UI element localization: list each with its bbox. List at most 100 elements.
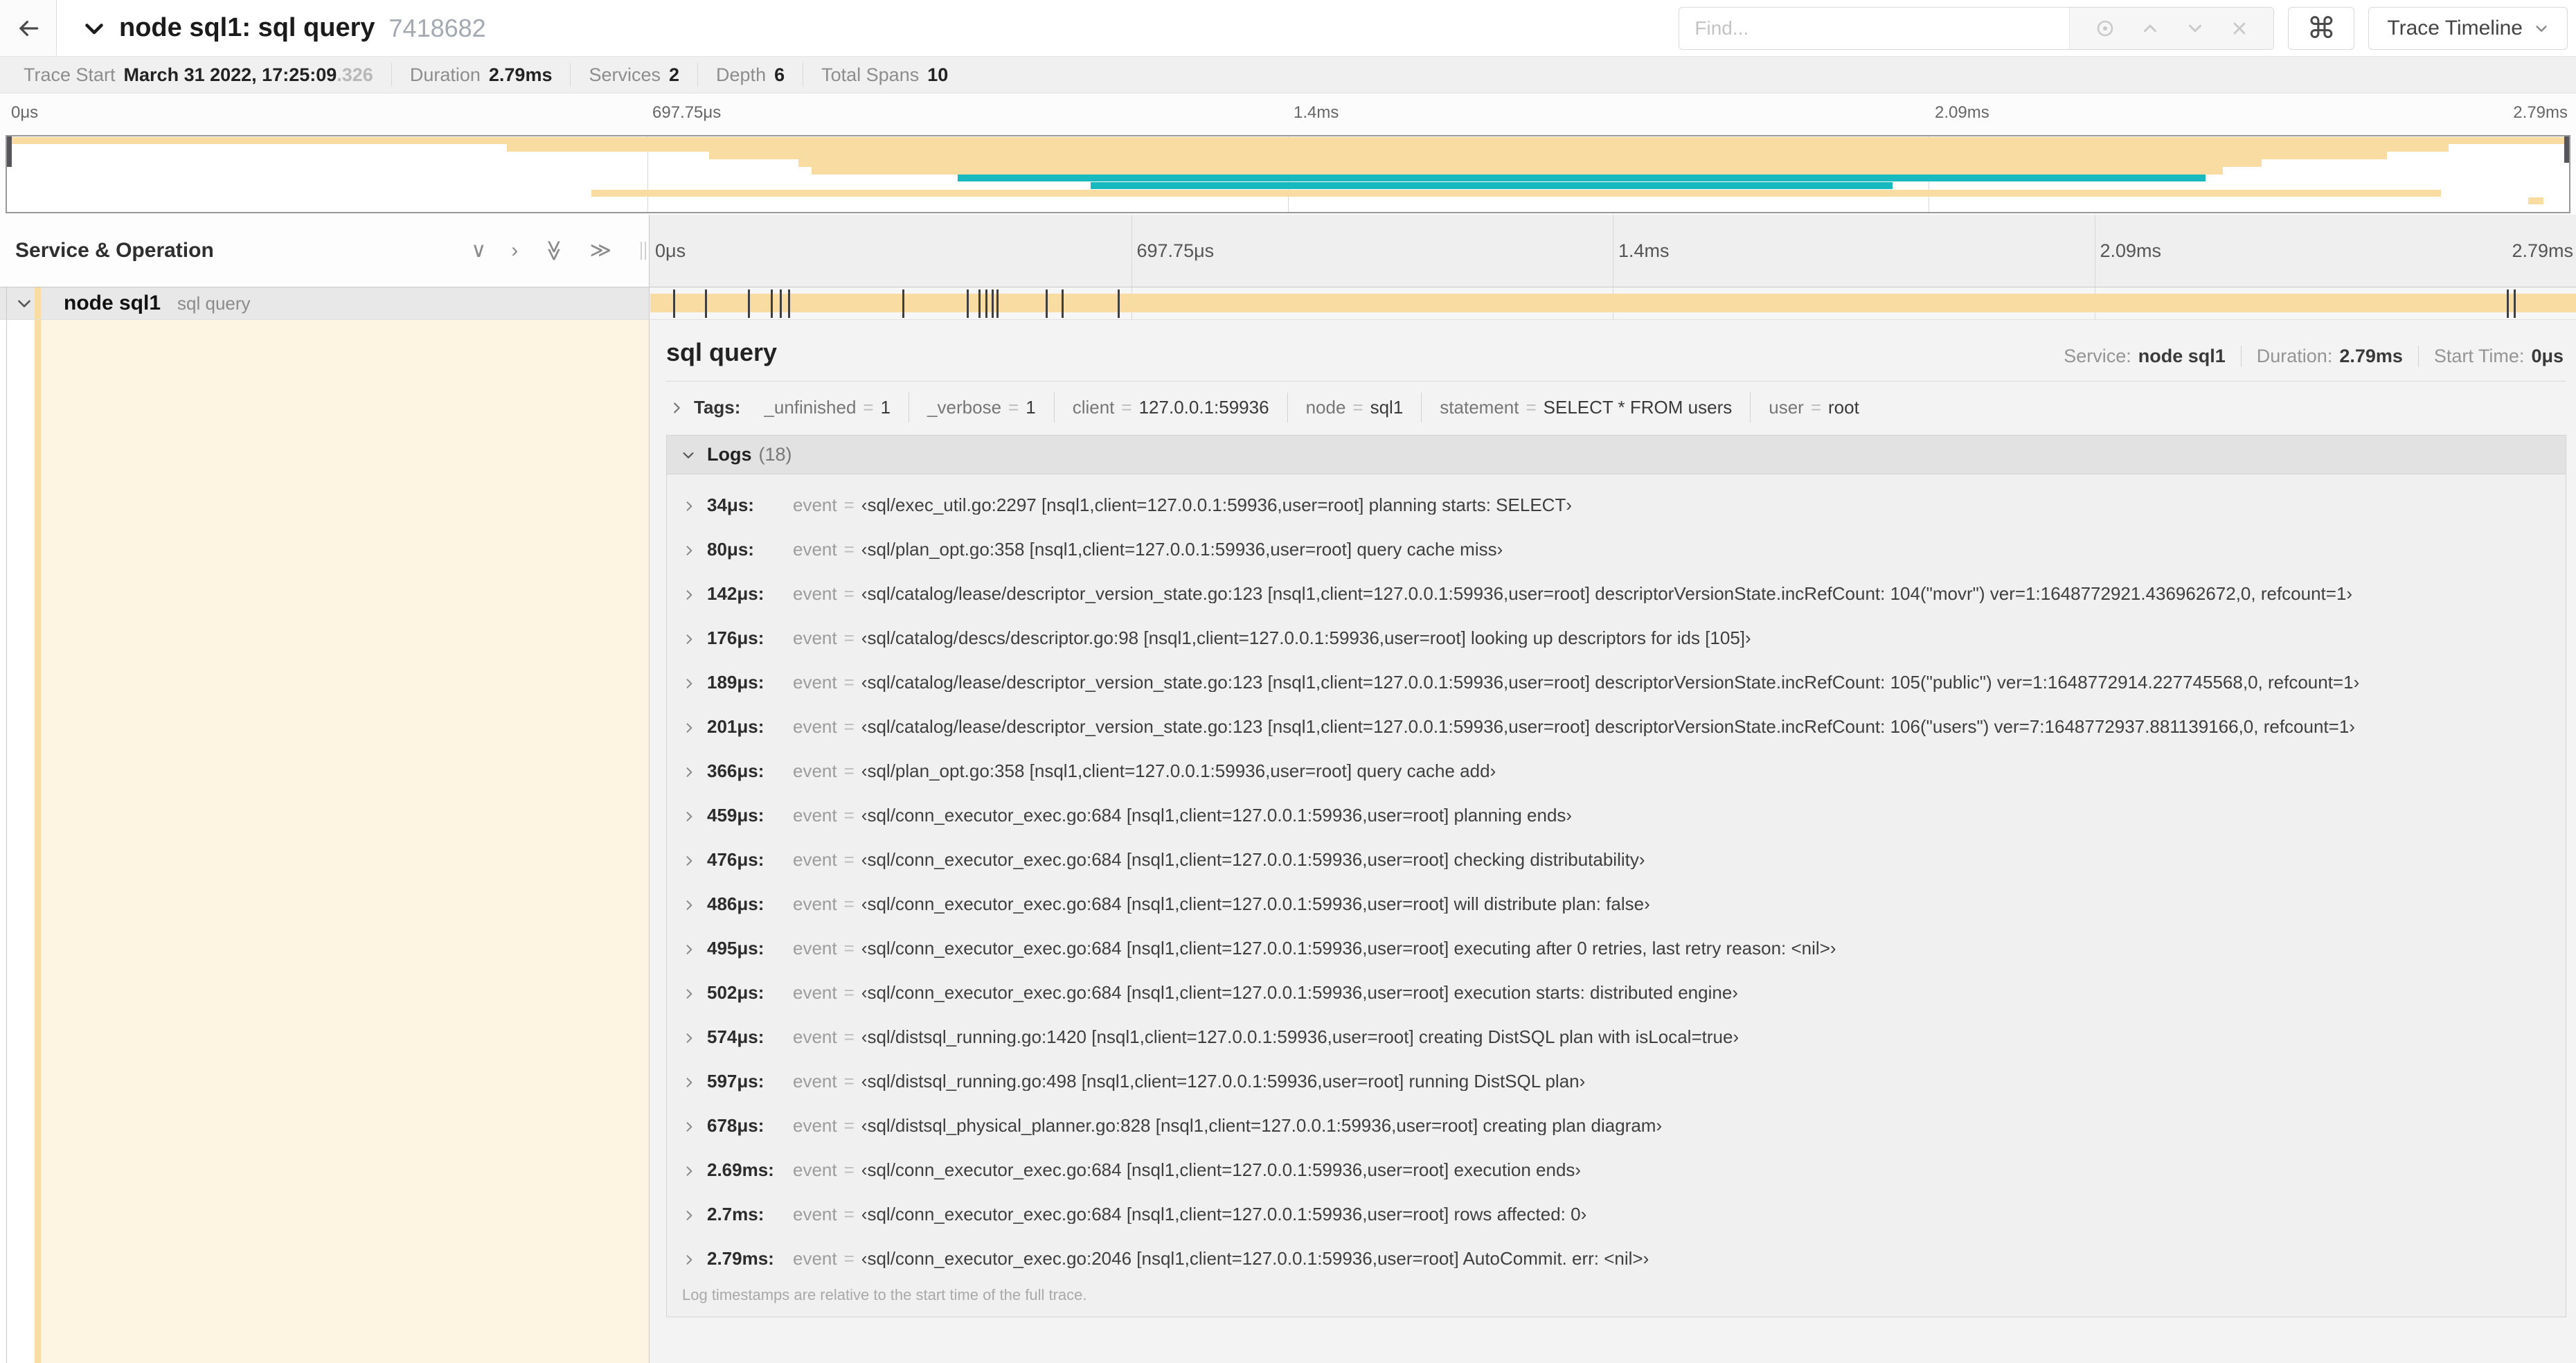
log-marker (788, 289, 791, 318)
chevron-right-icon[interactable] (682, 632, 696, 646)
log-entry[interactable]: 142μs: event = ‹sql/catalog/lease/descripto… (667, 571, 2566, 616)
log-field-value: ‹sql/conn_executor_exec.go:684 [nsql1,cl… (861, 894, 1650, 914)
chevron-right-icon[interactable] (682, 1120, 696, 1134)
chevron-right-icon[interactable] (682, 1253, 696, 1267)
log-entry[interactable]: 2.69ms: event = ‹sql/conn_executor_exec.go:… (667, 1148, 2566, 1192)
log-entry[interactable]: 201μs: event = ‹sql/catalog/lease/descripto… (667, 704, 2566, 749)
prev-match-icon[interactable] (2140, 18, 2161, 39)
log-marker (771, 289, 773, 318)
chevron-right-icon[interactable] (682, 499, 696, 513)
chevron-down-icon[interactable] (681, 447, 696, 463)
chevron-right-icon[interactable] (682, 721, 696, 735)
log-field-value: ‹sql/conn_executor_exec.go:684 [nsql1,cl… (861, 1204, 1587, 1224)
log-entry[interactable]: 189μs: event = ‹sql/catalog/lease/descripto… (667, 660, 2566, 704)
tag-item[interactable]: user = root (1750, 393, 1877, 422)
log-entry[interactable]: 459μs: event = ‹sql/conn_executor_exec.go:6… (667, 793, 2566, 837)
column-resizer[interactable] (641, 242, 646, 260)
log-entry[interactable]: 80μs: event = ‹sql/plan_opt.go:358 [nsql1,c… (667, 527, 2566, 571)
collapse-one-icon[interactable]: ∨ (471, 240, 486, 261)
trace-collapse-chevron-icon[interactable] (82, 16, 107, 41)
log-entry[interactable]: 502μs: event = ‹sql/conn_executor_exec.go:6… (667, 970, 2566, 1015)
timeline-tick-label: 697.75μs (1136, 240, 1215, 261)
log-entry[interactable]: 597μs: event = ‹sql/distsql_running.go:498 … (667, 1059, 2566, 1103)
expand-one-icon[interactable]: › (511, 240, 518, 261)
back-button[interactable] (0, 0, 57, 56)
chevron-right-icon[interactable] (682, 810, 696, 823)
trace-view-selector[interactable]: Trace Timeline (2368, 6, 2568, 50)
log-field-name: event (793, 938, 837, 959)
chevron-right-icon[interactable] (682, 854, 696, 868)
service-operation-header: Service & Operation ∨ › ≫ ≫ (0, 215, 650, 287)
chevron-right-icon[interactable] (669, 400, 684, 416)
collapse-all-icon[interactable]: ≫ (543, 240, 566, 261)
log-entry[interactable]: 476μs: event = ‹sql/conn_executor_exec.go:6… (667, 837, 2566, 882)
summary-item-suffix: .326 (337, 64, 373, 85)
equals-sign: = (843, 805, 855, 826)
tag-item[interactable]: _unfinished = 1 (746, 393, 909, 422)
expand-all-icon[interactable]: ≫ (590, 240, 611, 261)
service-color-stripe (35, 287, 41, 319)
locate-icon[interactable] (2095, 18, 2116, 39)
next-match-icon[interactable] (2185, 18, 2206, 39)
timeline-tick: 697.75μs (647, 93, 721, 135)
chevron-down-icon (2536, 25, 2547, 32)
tag-item[interactable]: client = 127.0.0.1:59936 (1053, 393, 1287, 422)
arrow-left-icon (19, 20, 38, 36)
tag-item[interactable]: node = sql1 (1287, 393, 1422, 422)
trace-summary-items: Trace Start March 31 2022, 17:25:09.326 Du… (6, 63, 966, 87)
minimap-span (811, 167, 2224, 175)
timeline-tick-label: 1.4ms (1618, 240, 1670, 261)
log-field-name: event (793, 716, 837, 737)
minimap-graph[interactable] (6, 135, 2570, 213)
chevron-right-icon[interactable] (682, 1031, 696, 1045)
stat-label: Start Time: (2433, 346, 2525, 366)
log-entry[interactable]: 2.7ms: event = ‹sql/conn_executor_exec.go:6… (667, 1192, 2566, 1236)
tag-value: 1 (880, 397, 891, 418)
tag-key: _unfinished (764, 397, 857, 418)
log-entry[interactable]: 176μs: event = ‹sql/catalog/descs/descripto… (667, 616, 2566, 660)
log-entry[interactable]: 495μs: event = ‹sql/conn_executor_exec.go:6… (667, 926, 2566, 970)
chevron-right-icon[interactable] (682, 1164, 696, 1178)
log-field-name: event (793, 583, 837, 604)
minimap-left-scrubber[interactable] (7, 136, 12, 167)
chevron-right-icon[interactable] (682, 898, 696, 912)
chevron-right-icon[interactable] (682, 1209, 696, 1222)
log-marker (1118, 289, 1120, 318)
chevron-right-icon[interactable] (682, 1076, 696, 1089)
span-collapse-chevron-icon[interactable] (15, 294, 33, 312)
summary-item-label: Depth (716, 64, 767, 85)
log-entry[interactable]: 366μs: event = ‹sql/plan_opt.go:358 [nsql1,… (667, 749, 2566, 793)
log-timestamp: 142μs: (707, 583, 764, 604)
minimap-span (506, 144, 2449, 152)
logs-section: Logs (18) 34μs: event = ‹sql/exec_util.go:2… (666, 435, 2566, 1317)
span-name-cell[interactable]: node sql1 sql query (0, 287, 650, 319)
tag-item[interactable]: _verbose = 1 (909, 393, 1054, 422)
minimap-span (591, 189, 2441, 197)
clear-search-icon[interactable] (2230, 19, 2249, 38)
logs-header[interactable]: Logs (18) (667, 436, 2566, 474)
timeline-tick-label: 0μs (655, 240, 686, 261)
tags-section[interactable]: Tags: _unfinished = 1 _verbose = 1 client = 127.… (666, 382, 2566, 432)
log-entry[interactable]: 678μs: event = ‹sql/distsql_physical_planne… (667, 1103, 2566, 1148)
log-entry[interactable]: 574μs: event = ‹sql/distsql_running.go:1420… (667, 1015, 2566, 1059)
minimap-span (7, 136, 2569, 144)
stat-label: Service: (2064, 346, 2131, 366)
find-input[interactable] (1679, 7, 2070, 49)
logs-note: Log timestamps are relative to the start… (682, 1286, 1087, 1303)
chevron-right-icon[interactable] (682, 544, 696, 558)
log-entry[interactable]: 486μs: event = ‹sql/conn_executor_exec.go:6… (667, 882, 2566, 926)
tag-item[interactable]: statement = SELECT * FROM users (1421, 393, 1750, 422)
log-marker (991, 289, 994, 318)
log-field-name: event (793, 1115, 837, 1136)
span-bar-cell[interactable] (650, 287, 2576, 319)
chevron-right-icon[interactable] (682, 677, 696, 691)
chevron-right-icon[interactable] (682, 987, 696, 1001)
span-row[interactable]: node sql1 sql query (0, 287, 2576, 320)
chevron-right-icon[interactable] (682, 588, 696, 602)
keyboard-shortcuts-button[interactable]: ⌘ (2288, 6, 2355, 50)
chevron-right-icon[interactable] (682, 943, 696, 956)
log-entry[interactable]: 34μs: event = ‹sql/exec_util.go:2297 [nsql1… (667, 483, 2566, 527)
minimap-right-scrubber[interactable] (2564, 136, 2569, 163)
log-entry[interactable]: 2.79ms: event = ‹sql/conn_executor_exec.go:… (667, 1236, 2566, 1281)
chevron-right-icon[interactable] (682, 765, 696, 779)
